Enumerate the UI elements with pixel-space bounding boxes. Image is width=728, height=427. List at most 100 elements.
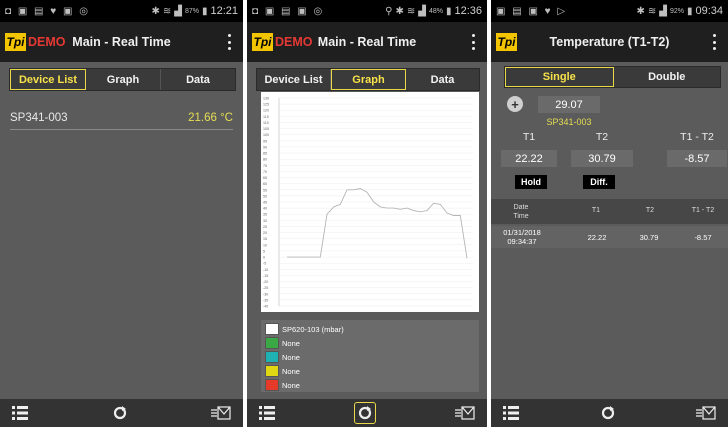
line-chart: 1301251201151101051009590858075706560555… (263, 97, 473, 309)
y-tick-label: -20 (263, 280, 268, 284)
y-tick-label: -40 (263, 305, 268, 309)
segment-double[interactable]: Double (614, 67, 721, 87)
refresh-icon[interactable] (113, 406, 127, 420)
y-tick-label: 85 (263, 152, 267, 156)
y-tick-label: 95 (263, 139, 267, 143)
diff-button[interactable]: Diff. (583, 175, 615, 189)
tab-graph[interactable]: Graph (331, 69, 406, 90)
list-icon[interactable] (503, 406, 519, 420)
legend-swatch (265, 337, 279, 349)
segment-single[interactable]: Single (505, 67, 614, 87)
y-tick-label: 80 (263, 158, 267, 162)
t1-value: 22.22 (501, 150, 557, 167)
overflow-menu-icon[interactable] (472, 34, 475, 50)
y-tick-label: 25 (263, 225, 267, 229)
y-tick-label: 115 (263, 115, 269, 119)
app-bar: Tpi Temperature (T1-T2) (491, 22, 728, 62)
legend-item[interactable]: None (261, 378, 479, 392)
email-export-icon[interactable] (455, 406, 475, 420)
legend-item[interactable]: None (261, 364, 479, 378)
notification-icons: ▣ ▤ ▣ ♥ ▷ (496, 5, 568, 17)
tab-device-list[interactable]: Device List (10, 69, 86, 90)
overflow-menu-icon[interactable] (228, 34, 231, 50)
location-icon: ⚲ (385, 5, 393, 17)
status-right: ⚲ ✱ ≋ ▟ 48% ▮ 12:36 (385, 5, 487, 17)
demo-label: DEMO (275, 35, 313, 49)
t1-label: T1 (522, 131, 536, 143)
y-tick-label: 75 (263, 164, 267, 168)
y-tick-label: -15 (263, 274, 268, 278)
bottom-bar (491, 399, 728, 427)
signal-icon: ▟ (659, 5, 667, 17)
tab-data[interactable]: Data (161, 69, 235, 90)
y-tick-label: 120 (263, 109, 269, 113)
battery-percent: 48% (428, 7, 443, 15)
y-tick-label: -25 (263, 286, 268, 290)
y-tick-label: 35 (263, 213, 267, 217)
legend-swatch (265, 379, 279, 391)
tab-device-list[interactable]: Device List (257, 69, 331, 90)
tab-data[interactable]: Data (406, 69, 479, 90)
y-tick-label: 0 (263, 256, 265, 260)
hold-button[interactable]: Hold (515, 175, 547, 189)
diff-label: T1 - T2 (680, 131, 714, 143)
list-icon[interactable] (12, 406, 28, 420)
refresh-icon[interactable] (601, 406, 615, 420)
y-tick-label: 65 (263, 176, 267, 180)
header-t2: T2 (645, 207, 655, 214)
y-tick-label: -30 (263, 292, 268, 296)
wifi-icon: ≋ (647, 5, 657, 17)
bluetooth-icon: ✱ (636, 5, 645, 17)
phone-graph: ◘ ▣ ▤ ▣ ◎ ⚲ ✱ ≋ ▟ 48% ▮ 12:36 Tpi DEMO M… (247, 0, 487, 427)
y-tick-label: 5 (263, 249, 265, 253)
y-tick-label: 15 (263, 237, 267, 241)
status-right: ✱ ≋ ▟ 92% ▮ 09:34 (636, 5, 728, 17)
y-tick-label: 100 (263, 133, 269, 137)
table-row[interactable]: 01/31/2018 09:34:37 22.22 30.79 -8.57 (491, 226, 728, 248)
y-tick-label: -10 (263, 268, 268, 272)
bottom-bar (247, 399, 487, 427)
email-export-icon[interactable] (211, 406, 231, 420)
y-tick-label: 30 (263, 219, 267, 223)
tpi-logo: Tpi (5, 33, 26, 51)
app-title: Temperature (T1-T2) (549, 35, 670, 49)
battery-icon: ▮ (201, 5, 208, 17)
notification-icons: ◘ ▣ ▤ ▣ ◎ (252, 5, 325, 17)
y-tick-label: 20 (263, 231, 267, 235)
header-t1: T1 (591, 207, 601, 214)
legend-item[interactable]: None (261, 336, 479, 350)
tab-graph[interactable]: Graph (86, 69, 161, 90)
tab-bar: Device List Graph Data (9, 68, 236, 91)
tpi-logo: Tpi (252, 33, 273, 51)
status-right: ✱ ≋ ▟ 87% ▮ 12:21 (151, 5, 243, 17)
tpi-logo: Tpi (496, 33, 517, 51)
y-tick-label: 60 (263, 182, 267, 186)
refresh-icon[interactable] (354, 402, 376, 424)
y-tick-label: 40 (263, 207, 267, 211)
legend-item[interactable]: None (261, 350, 479, 364)
legend-item[interactable]: SP620-103 (mbar) (261, 322, 479, 336)
legend-swatch (265, 323, 279, 335)
overflow-menu-icon[interactable] (713, 34, 716, 50)
legend-label: None (282, 338, 300, 348)
device-name: SP341-003 (546, 117, 592, 127)
table-header: Date Time T1 T2 T1 - T2 (491, 199, 728, 224)
legend-label: SP620-103 (mbar) (282, 324, 344, 334)
clock: 12:21 (210, 5, 238, 17)
legend-swatch (265, 365, 279, 377)
demo-label: DEMO (28, 35, 66, 49)
battery-percent: 87% (184, 7, 199, 15)
header-diff: T1 - T2 (691, 207, 715, 214)
row-time: 09:34:37 (507, 237, 537, 246)
list-icon[interactable] (259, 406, 275, 420)
app-bar: Tpi DEMO Main - Real Time (247, 22, 487, 62)
y-tick-label: 70 (263, 170, 267, 174)
device-row[interactable]: SP341-003 21.66 °C (10, 108, 233, 128)
add-button[interactable]: + (507, 96, 523, 112)
signal-icon: ▟ (418, 5, 426, 17)
email-export-icon[interactable] (696, 406, 716, 420)
clock: 12:36 (454, 5, 482, 17)
wifi-icon: ≋ (162, 5, 172, 17)
y-tick-label: 45 (263, 201, 267, 205)
battery-icon: ▮ (686, 5, 693, 17)
